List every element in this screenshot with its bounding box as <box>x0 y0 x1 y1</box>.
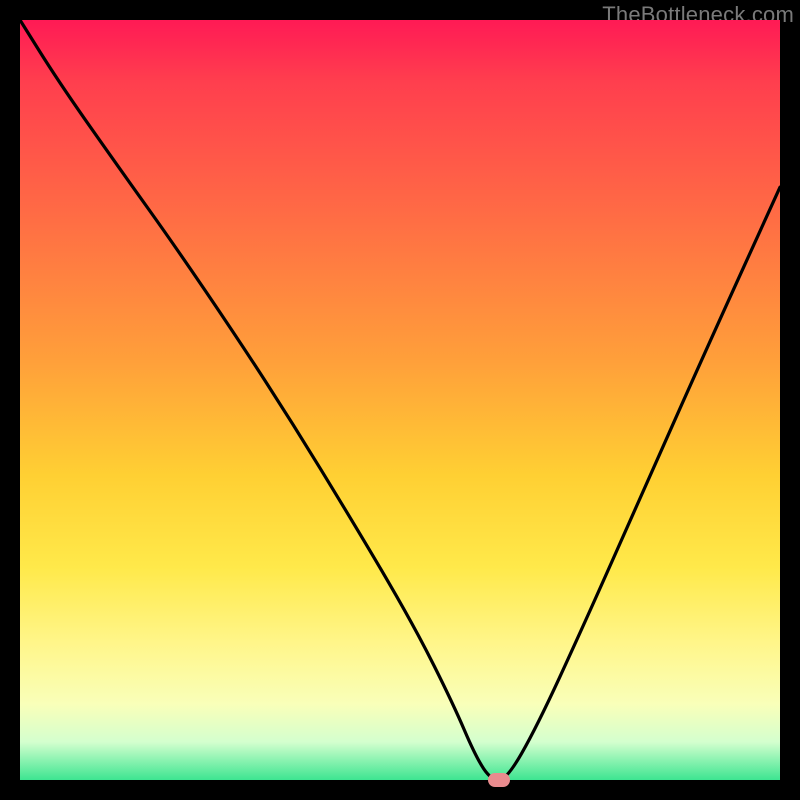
curve-svg <box>20 20 780 780</box>
plot-area <box>20 20 780 780</box>
bottleneck-curve <box>20 20 780 780</box>
chart-frame: TheBottleneck.com <box>0 0 800 800</box>
optimum-marker <box>488 773 510 787</box>
